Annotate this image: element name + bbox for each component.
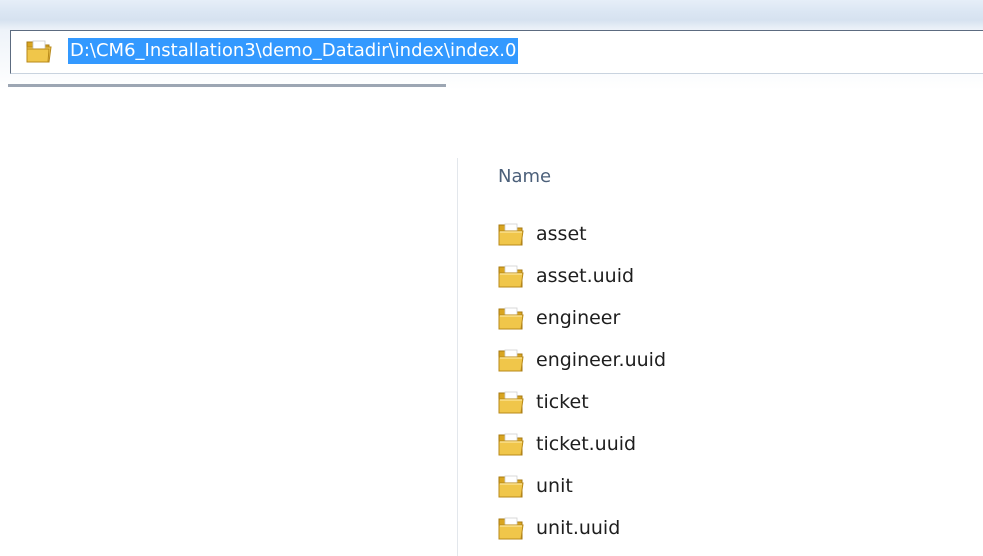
folder-icon: [496, 473, 526, 499]
folder-icon: [496, 515, 526, 541]
folder-icon: [496, 347, 526, 373]
file-name: ticket.uuid: [536, 433, 637, 455]
file-list-item[interactable]: asset.uuid: [496, 258, 796, 294]
file-name: unit.uuid: [536, 517, 621, 539]
file-name: engineer: [536, 307, 621, 329]
address-path-text[interactable]: D:\CM6_Installation3\demo_Datadir\index\…: [68, 38, 519, 64]
file-list-item[interactable]: ticket.uuid: [496, 426, 796, 462]
file-list-item[interactable]: ticket: [496, 384, 796, 420]
file-name: engineer.uuid: [536, 349, 667, 371]
file-list-item[interactable]: engineer: [496, 300, 796, 336]
divider: [8, 84, 446, 87]
folder-icon: [496, 431, 526, 457]
file-list-item[interactable]: engineer.uuid: [496, 342, 796, 378]
file-name: asset: [536, 223, 587, 245]
folder-icon: [496, 389, 526, 415]
file-name: unit: [536, 475, 573, 497]
file-name: asset.uuid: [536, 265, 635, 287]
column-header-name[interactable]: Name: [498, 166, 551, 187]
folder-icon: [496, 263, 526, 289]
file-list-item[interactable]: unit.uuid: [496, 510, 796, 546]
file-list-item[interactable]: asset: [496, 216, 796, 252]
folder-icon: [496, 305, 526, 331]
file-list-panel: Name asset asset.uuid engineer engineer.uui…: [457, 158, 983, 556]
folder-icon: [25, 38, 53, 64]
file-name: ticket: [536, 391, 589, 413]
folder-icon: [496, 221, 526, 247]
address-bar[interactable]: D:\CM6_Installation3\demo_Datadir\index\…: [10, 30, 983, 74]
file-list-item[interactable]: unit: [496, 468, 796, 504]
